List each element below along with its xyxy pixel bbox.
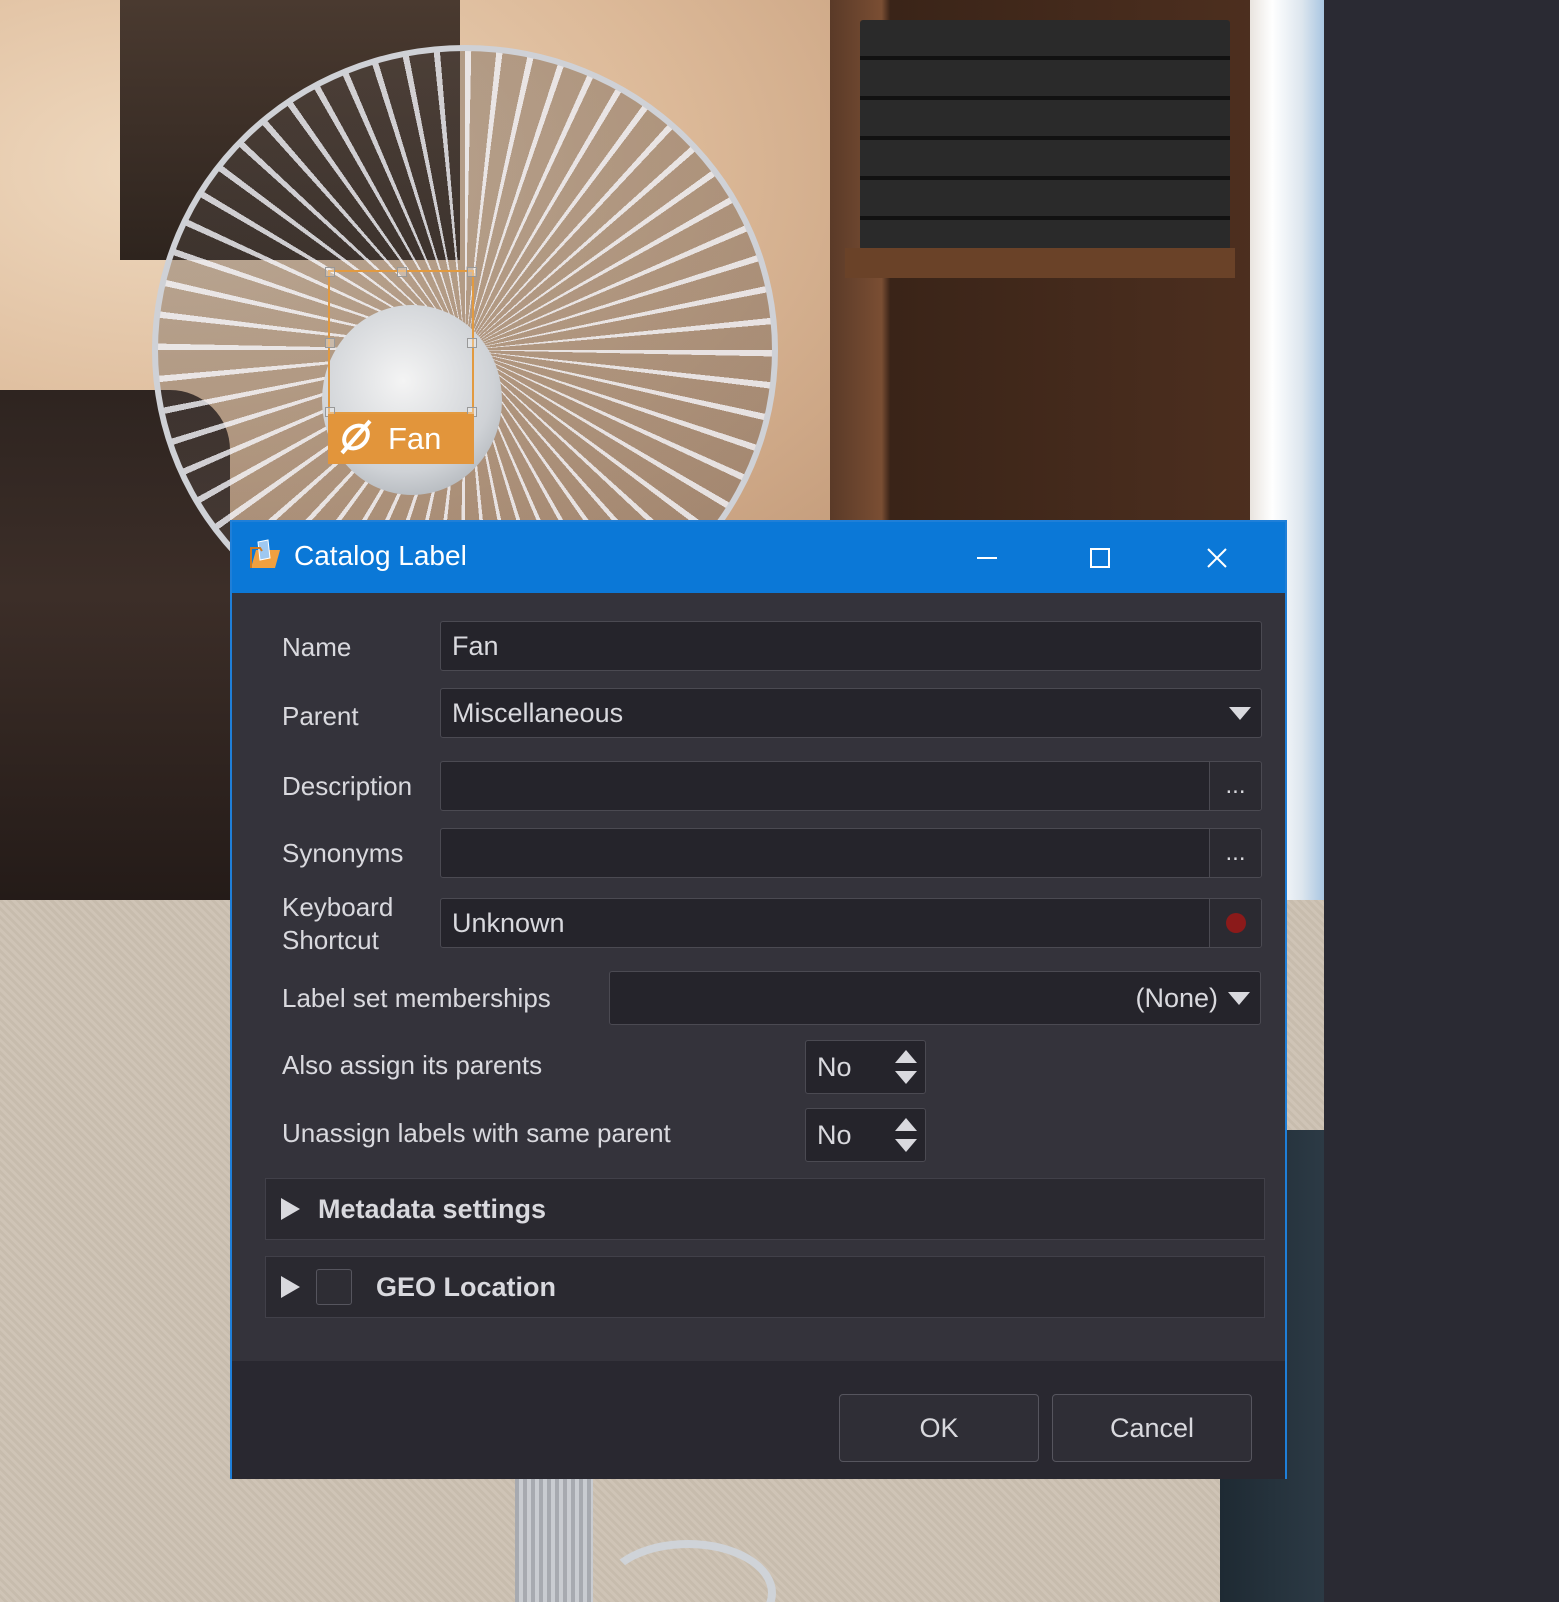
record-shortcut-button[interactable] — [1209, 899, 1261, 947]
spin-down-icon[interactable] — [895, 1139, 917, 1152]
unassign-spinner[interactable]: No — [805, 1108, 926, 1162]
close-icon — [1207, 548, 1227, 568]
name-input[interactable]: Fan — [440, 621, 1262, 671]
synonyms-edit-button[interactable]: ... — [1209, 829, 1261, 877]
resize-handle[interactable] — [397, 267, 407, 277]
shortcut-label-line2: Shortcut — [282, 925, 379, 955]
name-label: Name — [282, 632, 352, 662]
record-icon — [1225, 913, 1246, 933]
ellipsis-icon: ... — [1225, 772, 1246, 799]
spin-up-icon[interactable] — [895, 1118, 917, 1131]
synonyms-label: Synonyms — [282, 838, 404, 868]
metadata-settings-section[interactable]: Metadata settings — [265, 1178, 1265, 1240]
dialog-title: Catalog Label — [294, 540, 467, 571]
parent-dropdown[interactable]: Miscellaneous — [440, 688, 1262, 738]
assign-parents-value: No — [817, 1051, 852, 1082]
resize-handle[interactable] — [325, 338, 335, 348]
maximize-icon — [1090, 548, 1110, 568]
cancel-button[interactable]: Cancel — [1052, 1394, 1252, 1462]
stereo-equipment — [860, 20, 1230, 250]
ok-button-label: OK — [919, 1412, 959, 1443]
label-sets-dropdown[interactable]: (None) — [609, 971, 1261, 1025]
minimize-icon — [977, 557, 997, 559]
expand-arrow-icon[interactable] — [281, 1276, 300, 1298]
assign-parents-label: Also assign its parents — [282, 1050, 543, 1080]
chevron-down-icon — [1229, 707, 1251, 720]
resize-handle[interactable] — [325, 267, 335, 277]
unassign-label: Unassign labels with same parent — [282, 1118, 671, 1148]
shortcut-label-line1: Keyboard — [282, 892, 394, 922]
cancel-button-label: Cancel — [1109, 1412, 1195, 1443]
title-bar[interactable]: Catalog Label — [232, 522, 1285, 593]
parent-value: Miscellaneous — [452, 697, 624, 728]
label-sets-label: Label set memberships — [282, 983, 551, 1013]
description-input[interactable]: ... — [440, 761, 1262, 811]
assign-parents-spinner[interactable]: No — [805, 1040, 926, 1094]
image-label-text: Fan — [388, 421, 442, 456]
description-label: Description — [282, 771, 413, 801]
chevron-down-icon — [1228, 992, 1250, 1005]
unassign-value: No — [817, 1119, 852, 1150]
resize-handle[interactable] — [467, 338, 477, 348]
description-edit-button[interactable]: ... — [1209, 762, 1261, 810]
close-button[interactable] — [1195, 536, 1239, 580]
resize-handle[interactable] — [467, 267, 477, 277]
fan-pole — [515, 1470, 593, 1602]
catalog-label-dialog: Catalog Label Name Fan Parent Miscellane… — [230, 520, 1287, 1479]
shelf-board — [845, 248, 1235, 278]
link-icon — [334, 415, 378, 464]
side-panel — [1324, 0, 1559, 1602]
geo-location-section[interactable]: GEO Location — [265, 1256, 1265, 1318]
ok-button[interactable]: OK — [839, 1394, 1039, 1462]
synonyms-input[interactable]: ... — [440, 828, 1262, 878]
shortcut-input[interactable]: Unknown — [440, 898, 1262, 948]
geo-location-checkbox[interactable] — [316, 1269, 352, 1305]
label-bounding-box[interactable] — [325, 267, 477, 417]
label-sets-value: (None) — [1135, 982, 1218, 1013]
expand-arrow-icon[interactable] — [281, 1198, 300, 1220]
app-icon — [248, 538, 284, 574]
geo-location-title: GEO Location — [376, 1271, 557, 1302]
metadata-settings-title: Metadata settings — [318, 1193, 547, 1224]
spin-up-icon[interactable] — [895, 1050, 917, 1063]
minimize-button[interactable] — [965, 536, 1009, 580]
maximize-button[interactable] — [1078, 536, 1122, 580]
spin-down-icon[interactable] — [895, 1071, 917, 1084]
ellipsis-icon: ... — [1225, 839, 1246, 866]
image-label-tag[interactable]: Fan — [328, 414, 474, 464]
name-value: Fan — [452, 630, 499, 661]
shortcut-value: Unknown — [452, 907, 565, 938]
parent-label: Parent — [282, 701, 359, 731]
dialog-body: Name Fan Parent Miscellaneous Descriptio… — [232, 593, 1285, 1361]
